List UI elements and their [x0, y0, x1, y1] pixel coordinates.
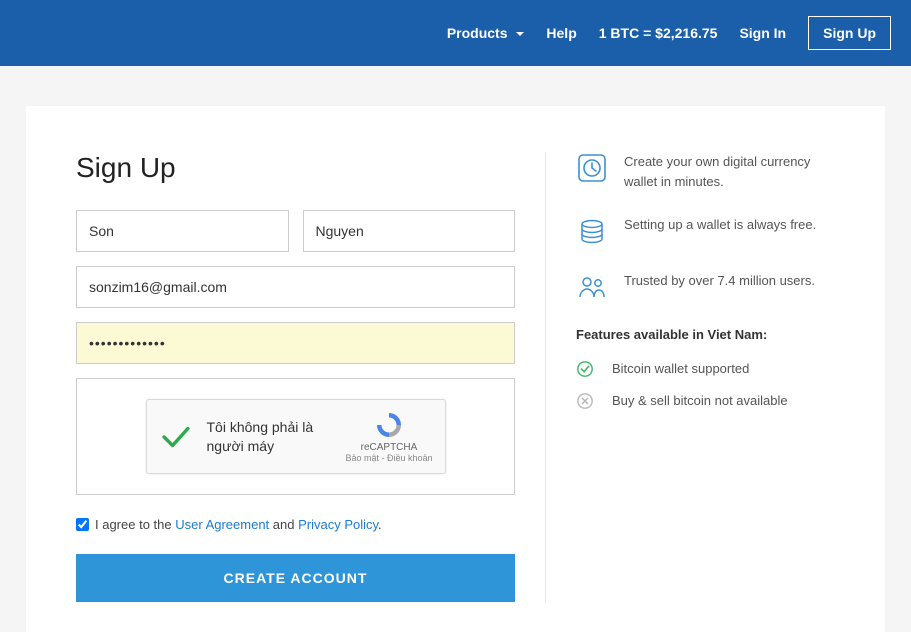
btc-rate: 1 BTC = $2,216.75 — [599, 25, 718, 41]
clock-icon — [576, 152, 608, 184]
benefit-text: Setting up a wallet is always free. — [624, 215, 816, 235]
agree-checkbox[interactable] — [76, 518, 89, 531]
x-circle-icon — [576, 392, 594, 410]
recaptcha-terms: Bảo mật - Điều khoản — [345, 453, 432, 463]
page-title: Sign Up — [76, 152, 515, 184]
captcha-label: Tôi không phải là người máy — [207, 418, 332, 454]
create-account-button[interactable]: CREATE ACCOUNT — [76, 554, 515, 602]
users-icon — [576, 271, 608, 303]
feature-item: Buy & sell bitcoin not available — [576, 392, 835, 410]
check-circle-icon — [576, 360, 594, 378]
signin-link[interactable]: Sign In — [739, 25, 786, 41]
agree-text: I agree to the User Agreement and Privac… — [95, 517, 382, 532]
chevron-down-icon — [516, 32, 524, 36]
email-field[interactable] — [76, 266, 515, 308]
coins-icon — [576, 215, 608, 247]
nav-products-label: Products — [447, 25, 508, 41]
benefit-item: Trusted by over 7.4 million users. — [576, 271, 835, 303]
benefit-text: Create your own digital currency wallet … — [624, 152, 835, 191]
captcha-container: Tôi không phải là người máy reCAPTCHA Bả… — [76, 378, 515, 495]
feature-text: Bitcoin wallet supported — [612, 360, 749, 378]
signup-form: Sign Up Tôi không phải là người máy — [76, 152, 515, 602]
user-agreement-link[interactable]: User Agreement — [175, 517, 269, 532]
recaptcha-logo: reCAPTCHA Bảo mật - Điều khoản — [345, 410, 432, 463]
top-nav: Products Help 1 BTC = $2,216.75 Sign In … — [0, 0, 911, 66]
main-card: Sign Up Tôi không phải là người máy — [26, 106, 885, 632]
recaptcha-brand: reCAPTCHA — [345, 442, 432, 453]
nav-products[interactable]: Products — [447, 25, 525, 41]
password-field[interactable] — [76, 322, 515, 364]
privacy-policy-link[interactable]: Privacy Policy — [298, 517, 378, 532]
recaptcha-icon — [374, 410, 404, 440]
nav-help[interactable]: Help — [546, 25, 576, 41]
benefit-text: Trusted by over 7.4 million users. — [624, 271, 815, 291]
benefit-item: Setting up a wallet is always free. — [576, 215, 835, 247]
benefit-item: Create your own digital currency wallet … — [576, 152, 835, 191]
first-name-field[interactable] — [76, 210, 289, 252]
feature-item: Bitcoin wallet supported — [576, 360, 835, 378]
feature-text: Buy & sell bitcoin not available — [612, 392, 788, 410]
last-name-field[interactable] — [303, 210, 516, 252]
checkmark-icon — [159, 420, 193, 454]
agree-row: I agree to the User Agreement and Privac… — [76, 517, 515, 532]
recaptcha-widget[interactable]: Tôi không phải là người máy reCAPTCHA Bả… — [146, 399, 446, 474]
side-info: Create your own digital currency wallet … — [545, 152, 835, 602]
signup-button[interactable]: Sign Up — [808, 16, 891, 50]
features-heading: Features available in Viet Nam: — [576, 327, 835, 342]
